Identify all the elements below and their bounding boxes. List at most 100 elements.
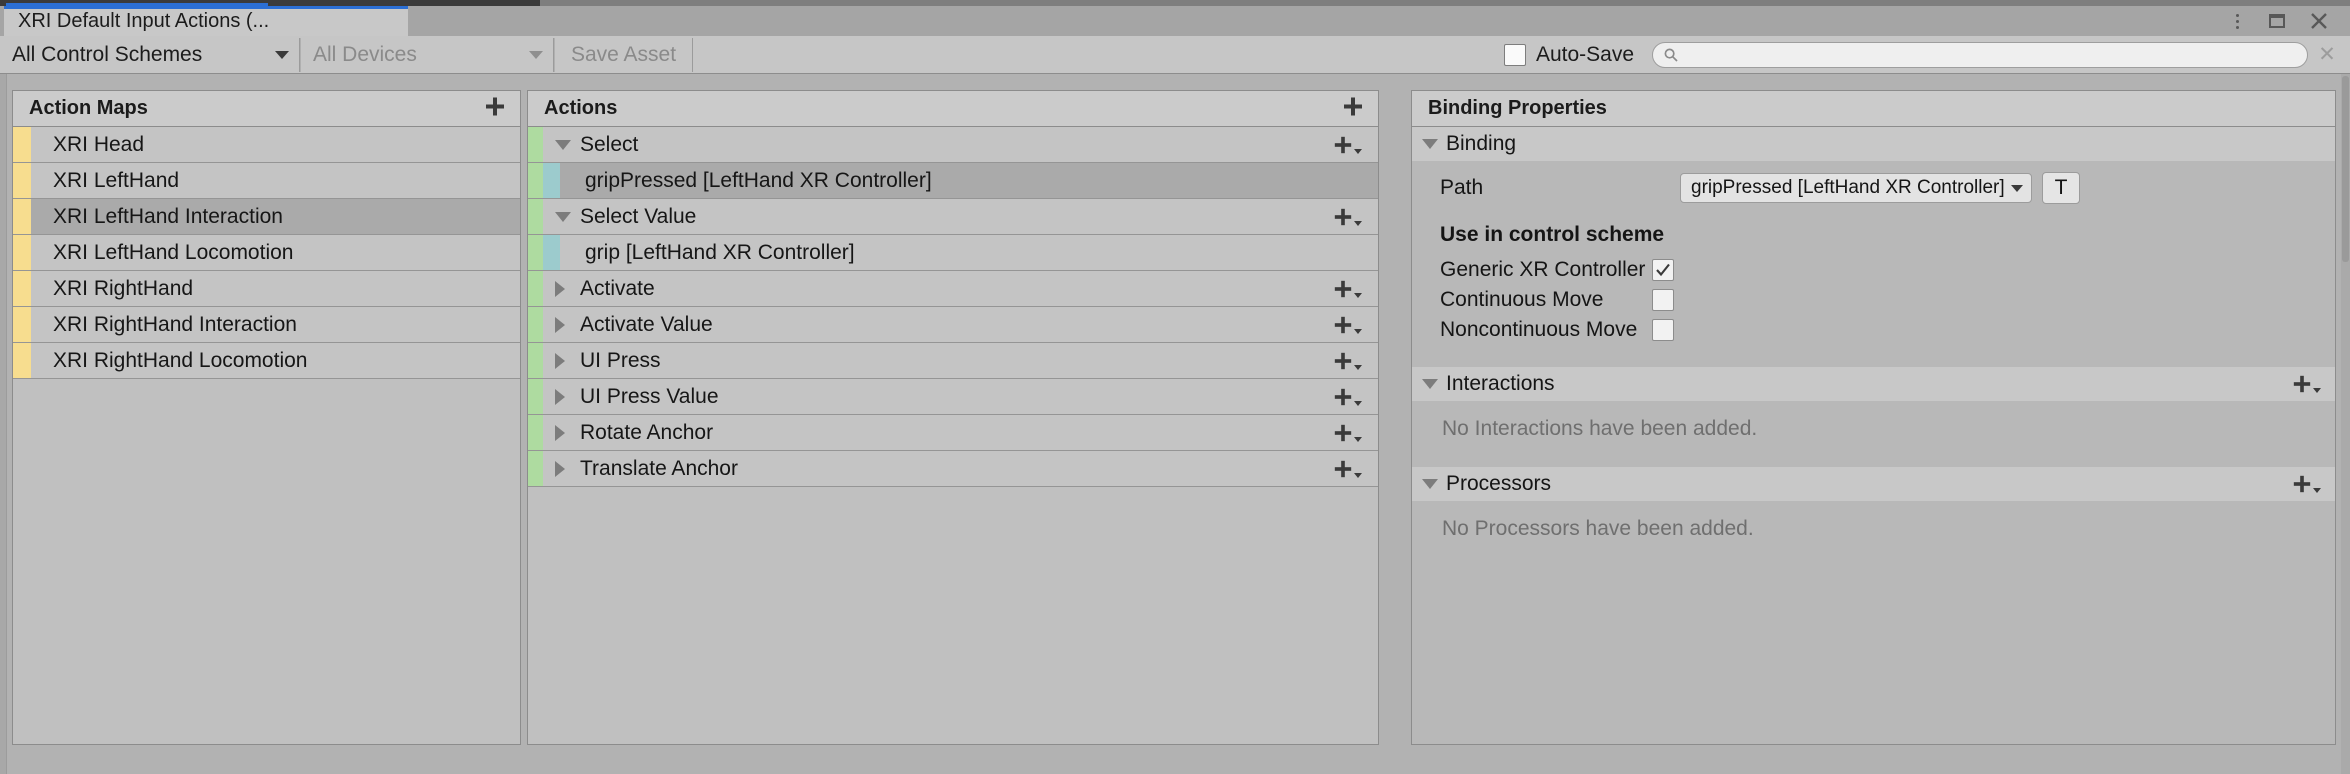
plus-icon <box>1334 208 1352 225</box>
add-binding-button[interactable] <box>1333 423 1362 443</box>
action-row[interactable]: Activate Value <box>528 307 1378 343</box>
action-map-color-bar <box>13 307 31 342</box>
control-schemes-dropdown[interactable]: All Control Schemes <box>0 37 300 72</box>
action-row[interactable]: Translate Anchor <box>528 451 1378 487</box>
action-maps-title: Action Maps <box>29 97 148 119</box>
plus-icon <box>1334 352 1352 369</box>
binding-row[interactable]: grip [LeftHand XR Controller] <box>528 235 1378 271</box>
processors-foldout[interactable]: Processors <box>1412 467 2335 501</box>
left-scrollbar[interactable] <box>0 74 7 774</box>
auto-save-checkbox[interactable] <box>1503 43 1526 66</box>
interactions-foldout[interactable]: Interactions <box>1412 367 2335 401</box>
action-row[interactable]: UI Press Value <box>528 379 1378 415</box>
add-interaction-button[interactable] <box>2292 374 2321 394</box>
path-text-mode-button[interactable]: T <box>2042 172 2080 204</box>
save-asset-button[interactable]: Save Asset <box>554 37 694 72</box>
add-binding-button[interactable] <box>1333 207 1362 227</box>
add-binding-button[interactable] <box>1333 387 1362 407</box>
binding-properties-body: Binding Path gripPressed [LeftHand XR Co… <box>1412 127 2335 744</box>
control-scheme-checkbox[interactable] <box>1652 259 1674 281</box>
chevron-down-icon <box>1354 148 1362 154</box>
action-map-row[interactable]: XRI Head <box>13 127 520 163</box>
action-color-bar <box>528 307 543 342</box>
add-binding-button[interactable] <box>1333 315 1362 335</box>
chevron-right-icon[interactable] <box>555 460 565 477</box>
binding-color-bar <box>543 163 560 198</box>
add-processor-button[interactable] <box>2292 474 2321 494</box>
clear-search-icon[interactable]: ✕ <box>2314 42 2340 68</box>
add-binding-button[interactable] <box>1333 351 1362 371</box>
chevron-down-icon[interactable] <box>555 211 571 222</box>
control-scheme-row: Noncontinuous Move <box>1412 315 2335 345</box>
interactions-empty-note: No Interactions have been added. <box>1442 417 1758 440</box>
action-map-row[interactable]: XRI LeftHand Locomotion <box>13 235 520 271</box>
processors-empty-note: No Processors have been added. <box>1442 517 1754 540</box>
binding-properties-panel: Binding Properties Binding Path gripPres… <box>1411 90 2336 745</box>
action-map-row[interactable]: XRI LeftHand Interaction <box>13 199 520 235</box>
path-dropdown[interactable]: gripPressed [LeftHand XR Controller] <box>1680 173 2032 203</box>
toolbar: All Control Schemes All Devices Save Ass… <box>0 36 2350 74</box>
action-label: Select <box>580 132 639 156</box>
add-binding-button[interactable] <box>1333 459 1362 479</box>
plus-icon <box>1334 424 1352 441</box>
chevron-right-icon[interactable] <box>555 388 565 405</box>
chevron-down-icon[interactable] <box>555 139 571 150</box>
plus-icon <box>1334 280 1352 297</box>
chevron-down-icon <box>1354 364 1362 370</box>
binding-section-foldout[interactable]: Binding <box>1412 127 2335 161</box>
chevron-down-icon <box>1422 479 1438 489</box>
action-label: UI Press <box>580 348 661 372</box>
action-row[interactable]: Activate <box>528 271 1378 307</box>
action-map-row[interactable]: XRI RightHand <box>13 271 520 307</box>
add-binding-button[interactable] <box>1333 135 1362 155</box>
action-map-row[interactable]: XRI RightHand Locomotion <box>13 343 520 379</box>
plus-icon <box>2293 475 2311 493</box>
action-map-row[interactable]: XRI RightHand Interaction <box>13 307 520 343</box>
action-row[interactable]: UI Press <box>528 343 1378 379</box>
action-color-bar <box>528 127 543 162</box>
right-scrollbar[interactable] <box>2341 74 2350 774</box>
close-icon[interactable] <box>2302 6 2336 36</box>
binding-row[interactable]: gripPressed [LeftHand XR Controller] <box>528 163 1378 199</box>
action-map-label: XRI RightHand Interaction <box>53 312 297 336</box>
control-scheme-row: Continuous Move <box>1412 285 2335 315</box>
action-maps-header: Action Maps <box>13 91 520 127</box>
control-scheme-checkbox[interactable] <box>1652 289 1674 311</box>
action-label: Select Value <box>580 204 697 228</box>
maximize-icon[interactable] <box>2260 6 2294 36</box>
action-color-bar <box>528 271 543 306</box>
kebab-menu-icon[interactable] <box>2220 6 2254 36</box>
control-scheme-label: Noncontinuous Move <box>1440 318 1638 341</box>
chevron-right-icon[interactable] <box>555 280 565 297</box>
action-color-bar <box>528 163 543 198</box>
chevron-down-icon <box>2313 488 2321 493</box>
chevron-right-icon[interactable] <box>555 352 565 369</box>
interactions-label: Interactions <box>1446 372 1555 395</box>
control-scheme-checkbox[interactable] <box>1652 319 1674 341</box>
action-map-label: XRI Head <box>53 132 145 156</box>
devices-value: All Devices <box>313 42 417 66</box>
action-row[interactable]: Select Value <box>528 199 1378 235</box>
add-binding-button[interactable] <box>1333 279 1362 299</box>
action-map-label: XRI LeftHand Locomotion <box>53 240 294 264</box>
chevron-down-icon <box>1422 139 1438 149</box>
action-row[interactable]: Rotate Anchor <box>528 415 1378 451</box>
action-color-bar <box>528 199 543 234</box>
action-map-row[interactable]: XRI LeftHand <box>13 163 520 199</box>
chevron-right-icon[interactable] <box>555 424 565 441</box>
action-row[interactable]: Select <box>528 127 1378 163</box>
add-action-map-button[interactable] <box>484 95 506 122</box>
binding-label: gripPressed [LeftHand XR Controller] <box>585 168 932 192</box>
binding-properties-header: Binding Properties <box>1412 91 2335 127</box>
devices-dropdown[interactable]: All Devices <box>300 37 554 72</box>
search-input[interactable] <box>1652 41 2308 68</box>
plus-icon <box>2293 375 2311 393</box>
plus-icon <box>1344 97 1362 115</box>
chevron-right-icon[interactable] <box>555 316 565 333</box>
add-action-button[interactable] <box>1342 95 1364 122</box>
action-maps-list: XRI Head XRI LeftHand XRI LeftHand Interac… <box>13 127 520 379</box>
window-tab[interactable]: XRI Default Input Actions (... <box>4 6 408 36</box>
right-scrollbar-thumb[interactable] <box>2342 76 2349 262</box>
search-field-wrap: ✕ <box>1652 41 2340 68</box>
plus-icon <box>1334 460 1352 477</box>
